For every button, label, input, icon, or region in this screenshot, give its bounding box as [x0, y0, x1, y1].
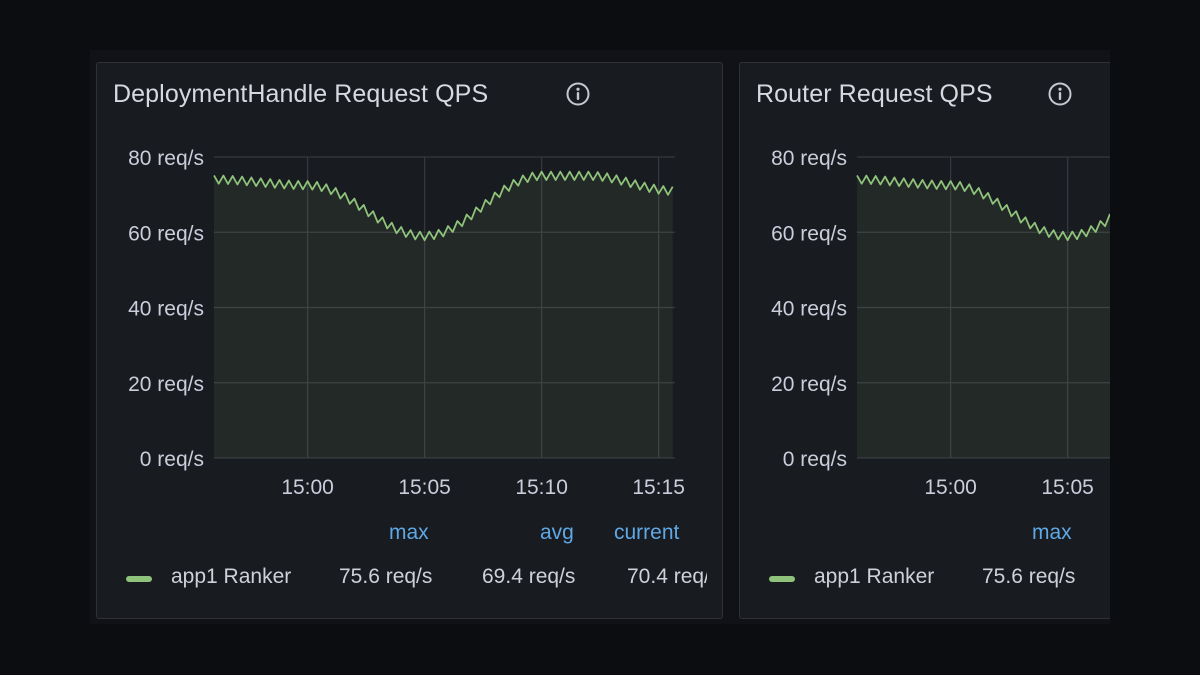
panel-router-qps[interactable]: Router Request QPS 0 req/s 20 req/s 40 req…	[739, 62, 1110, 619]
y-tick-label: 40 req/s	[128, 298, 204, 321]
x-tick-label: 15:05	[398, 476, 451, 499]
y-tick-label: 60 req/s	[128, 222, 204, 245]
x-tick-label: 15:00	[924, 476, 977, 499]
legend-series-name[interactable]: app1 Ranker	[814, 565, 934, 589]
panel-deploymenthandle-qps[interactable]: DeploymentHandle Request QPS 0 req/s 20 r…	[96, 62, 723, 619]
legend-header-current-wrap: current	[614, 521, 708, 545]
x-tick-label: 15:05	[1041, 476, 1094, 499]
y-tick-label: 80 req/s	[771, 147, 847, 170]
y-tick-label: 40 req/s	[771, 298, 847, 321]
chart-area[interactable]: 0 req/s 20 req/s 40 req/s 60 req/s 80 req/s 1…	[97, 63, 723, 503]
legend-series-name[interactable]: app1 Ranker	[171, 565, 291, 589]
y-tick-label: 20 req/s	[771, 373, 847, 396]
dashboard: DeploymentHandle Request QPS 0 req/s 20 r…	[90, 50, 1110, 624]
legend-value-max: 75.6 req/s	[982, 565, 1076, 588]
series-color-swatch[interactable]	[126, 576, 152, 582]
y-tick-label: 20 req/s	[128, 373, 204, 396]
series-area-fill	[214, 171, 673, 458]
legend-value-avg: 69.4 req/s	[482, 565, 576, 588]
legend-header-max[interactable]: max	[1032, 521, 1072, 545]
legend-header-avg[interactable]: avg	[540, 521, 574, 545]
series-color-swatch[interactable]	[769, 576, 795, 582]
legend-header-current[interactable]: current	[614, 521, 679, 544]
y-tick-label: 0 req/s	[783, 448, 847, 471]
x-tick-label: 15:10	[515, 476, 568, 499]
chart-area[interactable]: 0 req/s 20 req/s 40 req/s 60 req/s 80 req/s 1…	[740, 63, 1110, 503]
y-tick-label: 0 req/s	[140, 448, 204, 471]
series-area-fill	[857, 175, 1110, 458]
y-tick-label: 60 req/s	[771, 222, 847, 245]
legend-header-max[interactable]: max	[389, 521, 429, 545]
legend-value-current: 70.4 req/s	[627, 565, 707, 588]
legend-value-max: 75.6 req/s	[339, 565, 433, 588]
x-tick-label: 15:00	[281, 476, 334, 499]
legend-value-current-wrap: 70.4 req/s	[627, 565, 707, 589]
x-tick-label: 15:15	[632, 476, 685, 499]
y-tick-label: 80 req/s	[128, 147, 204, 170]
